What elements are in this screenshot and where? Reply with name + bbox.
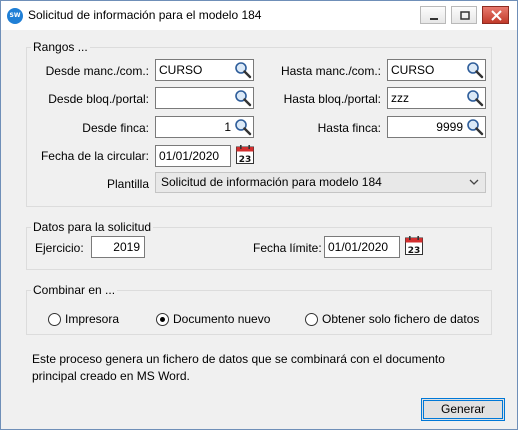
desde-bloq-input[interactable] <box>155 87 254 109</box>
minimize-button[interactable] <box>420 6 446 24</box>
radio-circle <box>156 313 169 326</box>
hasta-manc-value: CURSO <box>391 63 435 77</box>
radio-circle <box>305 313 318 326</box>
dialog-window: SW Solicitud de información para el mode… <box>0 0 518 430</box>
calendar-day: 23 <box>408 246 421 255</box>
search-icon[interactable] <box>466 89 484 107</box>
hasta-manc-input[interactable]: CURSO <box>387 59 486 81</box>
hasta-finca-label: Hasta finca: <box>317 121 381 135</box>
search-icon[interactable] <box>234 89 252 107</box>
minimize-icon <box>430 18 438 20</box>
search-icon[interactable] <box>234 61 252 79</box>
search-icon[interactable] <box>466 118 484 136</box>
fecha-circular-input[interactable]: 01/01/2020 <box>155 145 231 167</box>
hasta-bloq-label: Hasta bloq./portal: <box>283 92 381 106</box>
desde-finca-input[interactable]: 1 <box>155 116 254 138</box>
close-icon <box>491 10 502 21</box>
radio-documento-nuevo-label: Documento nuevo <box>173 312 271 326</box>
hasta-bloq-value: zzz <box>391 91 409 105</box>
info-note: Este proceso genera un fichero de datos … <box>32 352 445 383</box>
rangos-legend: Rangos ... <box>31 40 90 54</box>
plantilla-value: Solicitud de información para modelo 184 <box>161 175 382 189</box>
fecha-limite-input[interactable]: 01/01/2020 <box>324 236 400 258</box>
radio-selected-dot <box>160 317 165 322</box>
calendar-day: 23 <box>239 155 252 164</box>
radio-circle <box>48 313 61 326</box>
solicitud-legend: Datos para la solicitud <box>31 220 154 234</box>
desde-manc-label: Desde manc./com.: <box>45 64 149 78</box>
hasta-bloq-input[interactable]: zzz <box>387 87 486 109</box>
desde-bloq-label: Desde bloq./portal: <box>48 92 149 106</box>
desde-manc-input[interactable]: CURSO <box>155 59 254 81</box>
plantilla-select[interactable]: Solicitud de información para modelo 184 <box>155 172 486 193</box>
close-button[interactable] <box>482 6 509 24</box>
plantilla-label: Plantilla <box>106 177 149 191</box>
ejercicio-input[interactable]: 2019 <box>91 236 145 258</box>
fecha-circular-value: 01/01/2020 <box>159 149 220 163</box>
fecha-limite-label: Fecha límite: <box>253 241 322 255</box>
calendar-icon[interactable]: 23 <box>236 145 254 164</box>
calendar-icon[interactable]: 23 <box>405 236 423 255</box>
maximize-icon <box>460 11 470 20</box>
hasta-manc-label: Hasta manc./com.: <box>280 64 381 78</box>
search-icon[interactable] <box>234 118 252 136</box>
desde-finca-value: 1 <box>224 120 231 134</box>
app-icon: SW <box>7 8 23 24</box>
generar-button[interactable]: Generar <box>421 398 505 421</box>
radio-impresora-label: Impresora <box>65 312 120 326</box>
hasta-finca-value: 9999 <box>436 120 463 134</box>
fecha-circular-label: Fecha de la circular: <box>40 149 149 163</box>
ejercicio-label: Ejercicio: <box>35 241 84 255</box>
desde-finca-label: Desde finca: <box>82 121 149 135</box>
search-icon[interactable] <box>466 61 484 79</box>
hasta-finca-input[interactable]: 9999 <box>387 116 486 138</box>
ejercicio-value: 2019 <box>113 240 140 254</box>
chevron-down-icon <box>469 179 479 185</box>
desde-manc-value: CURSO <box>159 63 203 77</box>
fecha-limite-value: 01/01/2020 <box>328 240 389 254</box>
window-title: Solicitud de información para el modelo … <box>28 8 262 22</box>
combinar-legend: Combinar en ... <box>31 283 118 297</box>
title-bar[interactable]: SW Solicitud de información para el mode… <box>1 1 517 30</box>
maximize-button[interactable] <box>451 6 477 24</box>
radio-obtener-fichero-label: Obtener solo fichero de datos <box>322 312 480 326</box>
